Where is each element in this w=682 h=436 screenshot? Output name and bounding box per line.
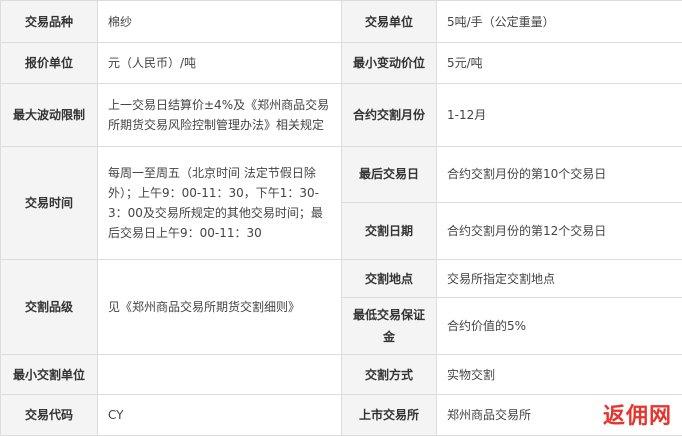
code-value: CY	[97, 394, 342, 436]
margin-value: 合约价值的5%	[436, 297, 682, 356]
grade-value: 见《郑州商品交易所期货交割细则》	[97, 258, 342, 356]
variety-value: 棉纱	[97, 0, 342, 44]
variety-label: 交易品种	[0, 0, 98, 44]
last-day-label: 最后交易日	[341, 145, 437, 204]
table-row: 交易时间 每周一至周五（北京时间 法定节假日除外）；上午9：00-11：30，下…	[0, 145, 682, 260]
quote-unit-label: 报价单位	[0, 42, 98, 84]
unit-label: 交易单位	[341, 0, 437, 44]
limit-value: 上一交易日结算价±4%及《郑州商品交易所期货交易风险控制管理办法》相关规定	[97, 82, 342, 147]
watermark-logo: 返佣网	[602, 403, 672, 429]
tick-label: 最小变动价位	[341, 42, 437, 84]
grade-label: 交割品级	[0, 258, 98, 356]
min-lot-value	[97, 354, 342, 396]
last-day-value: 合约交割月份的第10个交易日	[436, 145, 682, 204]
quote-unit-value: 元（人民币）/吨	[97, 42, 342, 84]
table-row: 交易品种 棉纱 交易单位 5吨/手（公定重量）	[0, 0, 682, 44]
table-row: 最小交割单位 交割方式 实物交割	[0, 354, 682, 396]
min-lot-label: 最小交割单位	[0, 354, 98, 396]
months-label: 合约交割月份	[341, 82, 437, 147]
place-value: 交易所指定交割地点	[436, 258, 682, 299]
place-label: 交割地点	[341, 258, 437, 299]
table-row: 报价单位 元（人民币）/吨 最小变动价位 5元/吨	[0, 42, 682, 84]
hours-label: 交易时间	[0, 145, 98, 260]
method-value: 实物交割	[436, 354, 682, 396]
margin-label: 最低交易保证金	[341, 297, 437, 356]
method-label: 交割方式	[341, 354, 437, 396]
table-row: 交割品级 见《郑州商品交易所期货交割细则》 交割地点 交易所指定交割地点	[0, 258, 682, 356]
code-label: 交易代码	[0, 394, 98, 436]
contract-spec-table: 交易品种 棉纱 交易单位 5吨/手（公定重量） 报价单位 元（人民币）/吨 最小…	[0, 0, 682, 436]
table-row: 交易代码 CY 上市交易所 郑州商品交易所	[0, 394, 682, 436]
delivery-date-value: 合约交割月份的第12个交易日	[436, 202, 682, 260]
unit-value: 5吨/手（公定重量）	[436, 0, 682, 44]
months-value: 1-12月	[436, 82, 682, 147]
exchange-label: 上市交易所	[341, 394, 437, 436]
tick-value: 5元/吨	[436, 42, 682, 84]
table-row: 最大波动限制 上一交易日结算价±4%及《郑州商品交易所期货交易风险控制管理办法》…	[0, 82, 682, 147]
limit-label: 最大波动限制	[0, 82, 98, 147]
hours-value: 每周一至周五（北京时间 法定节假日除外）；上午9：00-11：30，下午1：30…	[97, 145, 342, 260]
delivery-date-label: 交割日期	[341, 202, 437, 260]
